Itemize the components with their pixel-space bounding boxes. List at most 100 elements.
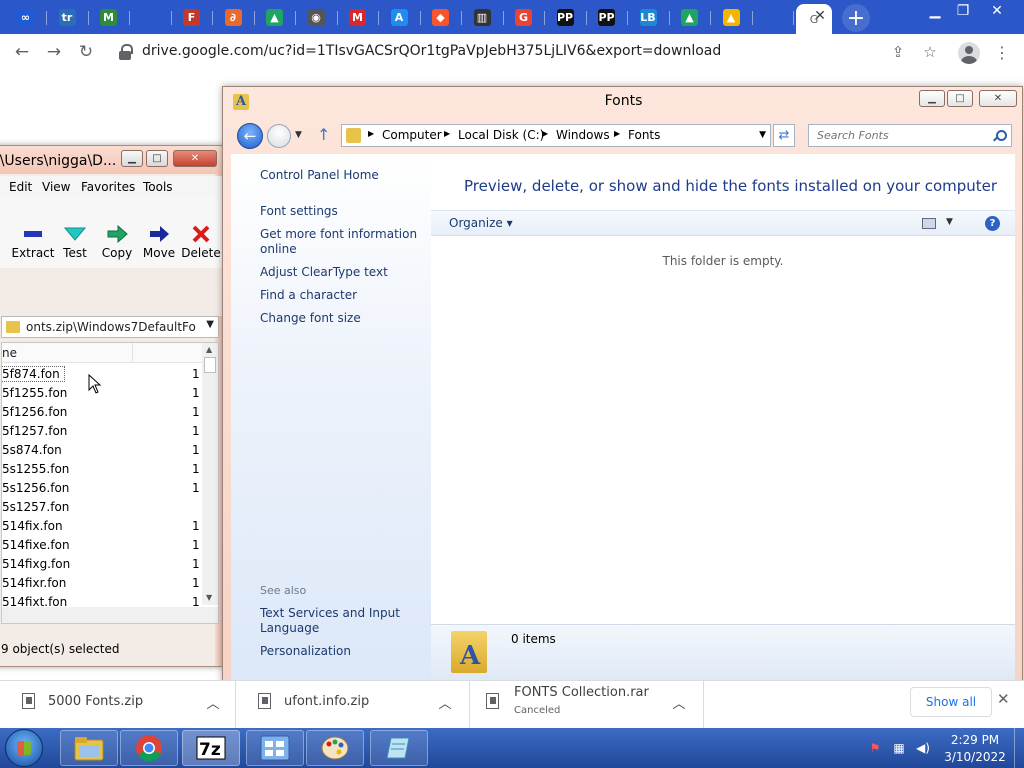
fonts-maximize-button[interactable]: □ [947, 90, 973, 107]
adjust-cleartype-link[interactable]: Adjust ClearType text [260, 265, 420, 280]
table-row[interactable]: 5f1255.fon 1 [2, 384, 202, 403]
table-row[interactable]: 5s1255.fon 1 [2, 460, 202, 479]
7zip-close-button[interactable]: ✕ [173, 150, 217, 167]
browser-tab[interactable]: LB [627, 2, 670, 32]
browser-tab[interactable]: M [87, 2, 130, 32]
menu-tools[interactable]: Tools [143, 180, 173, 194]
change-view-icon[interactable] [922, 218, 936, 229]
move-button[interactable]: Move [137, 222, 181, 260]
chevron-up-icon[interactable]: ︿ [436, 693, 454, 712]
browser-tab[interactable]: G [502, 2, 545, 32]
control-panel-taskbar-button[interactable] [246, 730, 304, 766]
chrome-taskbar-button[interactable] [120, 730, 178, 766]
volume-icon[interactable]: ◀) [916, 741, 930, 755]
extract-button[interactable]: Extract [11, 222, 55, 260]
browser-tab[interactable]: ▲ [253, 2, 296, 32]
breadcrumb-separator-icon[interactable]: ▶ [368, 129, 374, 138]
browser-tab[interactable]: M [336, 2, 379, 32]
history-dropdown-icon[interactable]: ▼ [295, 130, 302, 140]
browser-tab[interactable]: A [378, 2, 421, 32]
scroll-down-icon[interactable]: ▼ [206, 593, 212, 602]
table-row[interactable]: 5f874.fon 1 [2, 365, 202, 384]
browser-tab[interactable] [751, 2, 794, 32]
scroll-up-icon[interactable]: ▲ [206, 345, 212, 354]
control-panel-home-link[interactable]: Control Panel Home [260, 168, 379, 182]
search-fonts-box[interactable] [808, 124, 1012, 147]
close-window-button[interactable]: ✕ [980, 0, 1014, 22]
copy-button[interactable]: Copy [95, 222, 139, 260]
forward-arrow-icon[interactable] [267, 124, 291, 148]
delete-button[interactable]: Delete [179, 222, 223, 260]
7zip-taskbar-button[interactable]: 7z [182, 730, 240, 766]
browser-tab[interactable]: ∂ [212, 2, 255, 32]
7zip-path-combobox[interactable]: onts.zip\Windows7DefaultFonts\ ▼ [1, 316, 219, 338]
breadcrumb-fonts[interactable]: Fonts [628, 128, 660, 142]
explorer-taskbar-button[interactable] [60, 730, 118, 766]
search-icon[interactable] [993, 130, 1007, 142]
browser-tab[interactable]: ∞ [4, 2, 47, 32]
network-icon[interactable]: ▦ [892, 741, 906, 755]
scrollbar-thumb[interactable] [204, 357, 216, 373]
browser-tab[interactable]: ▲ [668, 2, 711, 32]
browser-tab[interactable]: ▥ [461, 2, 504, 32]
breadcrumb-separator-icon[interactable]: ▶ [614, 129, 620, 138]
text-services-link[interactable]: Text Services and Input Language [260, 606, 420, 636]
horizontal-scrollbar[interactable] [2, 607, 218, 623]
menu-edit[interactable]: Edit [9, 180, 32, 194]
browser-tab[interactable]: tr [46, 2, 89, 32]
close-icon[interactable]: ✕ [997, 690, 1010, 708]
download-item[interactable]: FONTS Collection.rar Canceled ︿ [470, 681, 704, 729]
profile-avatar-icon[interactable] [958, 42, 980, 64]
change-font-size-link[interactable]: Change font size [260, 311, 420, 326]
menu-kebab-icon[interactable]: ⋮ [992, 42, 1012, 62]
breadcrumb-computer[interactable]: Computer [382, 128, 442, 142]
7zip-title-bar[interactable]: :\Users\nigga\D... ▁ □ ✕ [0, 146, 223, 174]
table-row[interactable]: 514fixe.fon 1 [2, 536, 202, 555]
help-icon[interactable]: ? [985, 216, 1000, 231]
breadcrumb-windows[interactable]: Windows [556, 128, 610, 142]
browser-tab[interactable]: PP [544, 2, 587, 32]
action-center-flag-icon[interactable]: ⚑ [868, 741, 882, 755]
menu-view[interactable]: View [42, 180, 70, 194]
search-input[interactable] [809, 125, 989, 146]
browser-tab[interactable]: ▲ [710, 2, 753, 32]
table-row[interactable]: 5f1256.fon 1 [2, 403, 202, 422]
new-tab-button[interactable]: + [842, 4, 870, 32]
start-button[interactable] [5, 729, 43, 767]
share-icon[interactable]: ⇪ [888, 42, 908, 62]
show-desktop-button[interactable] [1014, 728, 1024, 768]
table-row[interactable]: 514fixr.fon 1 [2, 574, 202, 593]
breadcrumb-separator-icon[interactable]: ▶ [444, 129, 450, 138]
chevron-up-icon[interactable]: ︿ [204, 693, 222, 712]
vertical-scrollbar[interactable]: ▲ ▼ [202, 343, 218, 605]
bookmark-star-icon[interactable]: ☆ [920, 42, 940, 62]
breadcrumb-separator-icon[interactable]: ▶ [542, 129, 548, 138]
browser-tab[interactable]: PP [585, 2, 628, 32]
font-settings-link[interactable]: Font settings [260, 204, 420, 219]
paint-taskbar-button[interactable] [306, 730, 364, 766]
table-row[interactable]: 5s874.fon 1 [2, 441, 202, 460]
url-text[interactable]: drive.google.com/uc?id=1TIsvGACSrQOr1tgP… [142, 43, 721, 59]
browser-tab[interactable]: ◉ [295, 2, 338, 32]
column-divider[interactable] [132, 343, 133, 363]
reload-icon[interactable]: ↻ [74, 40, 98, 64]
clock-date[interactable]: 3/10/2022 [940, 750, 1010, 764]
table-row[interactable]: 5s1256.fon 1 [2, 479, 202, 498]
chevron-down-icon[interactable]: ▼ [759, 130, 766, 140]
fonts-close-button[interactable]: ✕ [979, 90, 1017, 107]
up-arrow-icon[interactable]: ↑ [317, 125, 330, 144]
notepad-taskbar-button[interactable] [370, 730, 428, 766]
browser-tab[interactable]: ◆ [419, 2, 462, 32]
download-item[interactable]: ufont.info.zip ︿ [236, 681, 470, 729]
forward-arrow-icon[interactable]: → [42, 40, 66, 64]
fonts-minimize-button[interactable]: ▁ [919, 90, 945, 107]
menu-favorites[interactable]: Favorites [81, 180, 135, 194]
chevron-up-icon[interactable]: ︿ [670, 693, 688, 712]
browser-tab[interactable] [129, 2, 172, 32]
download-item[interactable]: 5000 Fonts.zip ︿ [0, 681, 236, 729]
browser-tab[interactable]: F [170, 2, 213, 32]
get-more-font-info-link[interactable]: Get more font information online [260, 227, 420, 257]
table-row[interactable]: 5f1257.fon 1 [2, 422, 202, 441]
close-tab-icon[interactable]: ✕ [811, 7, 829, 25]
refresh-icon[interactable]: ⇄ [773, 124, 795, 147]
